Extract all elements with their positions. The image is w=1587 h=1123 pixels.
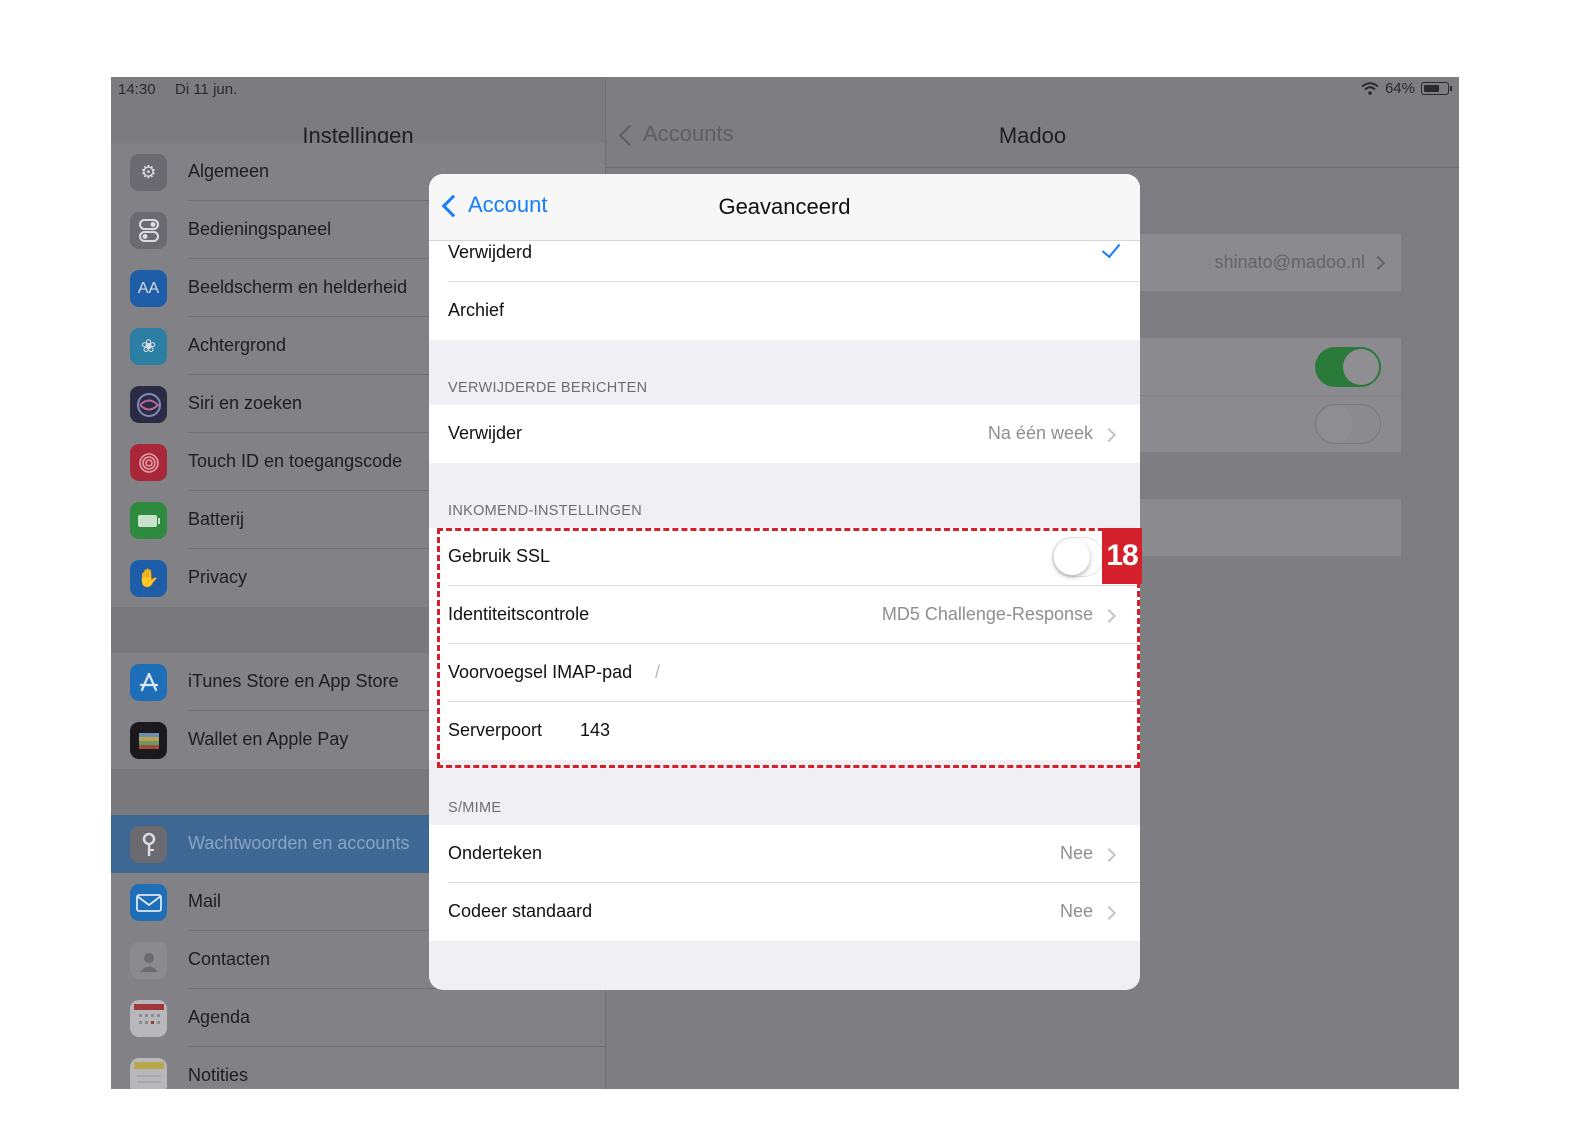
text-size-icon: AA	[130, 270, 167, 307]
contacts-icon	[130, 942, 167, 979]
section-header-deleted: VERWIJDERDE BERICHTEN	[448, 380, 648, 396]
sidebar-item-label: Contacten	[188, 949, 271, 969]
row-label: Archief	[448, 300, 505, 320]
section-header-smime: S/MIME	[448, 800, 502, 816]
wifi-icon	[1361, 82, 1379, 95]
chevron-right-icon	[1101, 905, 1117, 921]
row-value: Nee	[1059, 901, 1093, 921]
sidebar-item-label: Batterij	[188, 509, 245, 529]
wallet-icon	[130, 722, 167, 759]
row-value: Nee	[1059, 843, 1093, 863]
checkmark-icon	[1101, 238, 1121, 259]
encrypt-default-row[interactable]: Codeer standaard Nee	[429, 883, 1140, 941]
battery-percent: 64%	[1384, 80, 1415, 97]
notes-toggle[interactable]	[1315, 404, 1381, 444]
modal-title: Geavanceerd	[718, 194, 851, 219]
envelope-icon	[130, 884, 167, 921]
fingerprint-icon	[130, 444, 167, 481]
row-label: Verwijder	[448, 423, 523, 443]
header-divider	[606, 167, 1459, 168]
battery-status-icon	[1421, 82, 1452, 95]
account-title: Madoo	[998, 123, 1067, 148]
status-time: 14:30	[118, 81, 156, 98]
switches-icon	[130, 212, 167, 249]
sidebar-item-agenda[interactable]: Agenda	[111, 989, 605, 1047]
sidebar-item-label: Algemeen	[188, 161, 270, 181]
row-label: Codeer standaard	[448, 901, 593, 921]
sidebar-item-label: Mail	[188, 891, 222, 911]
flower-icon: ❀	[130, 328, 167, 365]
sidebar-item-label: Wallet en Apple Pay	[188, 729, 349, 749]
chevron-right-icon	[1101, 427, 1117, 443]
mail-toggle[interactable]	[1315, 347, 1381, 387]
status-bar: 14:30 Di 11 jun. 64%	[111, 77, 1459, 101]
annotation-step-badge: 18	[1102, 528, 1142, 584]
sign-row[interactable]: Onderteken Nee	[429, 825, 1140, 883]
sidebar-item-label: Siri en zoeken	[188, 393, 303, 413]
chevron-right-icon	[1370, 255, 1386, 271]
section-header-incoming: INKOMEND-INSTELLINGEN	[448, 503, 643, 519]
remove-deleted-row[interactable]: Verwijder Na één week	[429, 405, 1140, 463]
key-icon	[130, 826, 167, 863]
sidebar-item-label: Touch ID en toegangscode	[188, 451, 403, 471]
sidebar-item-label: Notities	[188, 1065, 249, 1085]
row-value: Na één week	[987, 423, 1093, 443]
sidebar-item-label: Wachtwoorden en accounts	[188, 833, 410, 853]
chevron-right-icon	[1101, 847, 1117, 863]
gear-icon: ⚙	[130, 154, 167, 191]
sidebar-item-label: iTunes Store en App Store	[188, 671, 399, 691]
notes-icon	[130, 1058, 167, 1089]
hand-icon: ✋	[130, 560, 167, 597]
battery-icon	[130, 502, 167, 539]
sidebar-item-label: Agenda	[188, 1007, 251, 1027]
row-label: Onderteken	[448, 843, 543, 863]
mailbox-archive-row[interactable]: Archief	[429, 282, 1140, 340]
app-store-icon	[130, 664, 167, 701]
email-value: shinato@madoo.nl	[1214, 252, 1365, 272]
modal-navigation-bar: Account Geavanceerd	[429, 174, 1140, 241]
row-label: Verwijderd	[448, 242, 533, 262]
sidebar-item-label: Beeldscherm en helderheid	[188, 277, 408, 297]
siri-icon	[130, 386, 167, 423]
sidebar-item-label: Achtergrond	[188, 335, 287, 355]
calendar-icon	[130, 1000, 167, 1037]
status-date: Di 11 jun.	[175, 81, 238, 98]
sidebar-item-label: Bedieningspaneel	[188, 219, 332, 239]
annotation-highlight-box	[437, 528, 1140, 768]
sidebar-item-notities[interactable]: Notities	[111, 1047, 605, 1089]
sidebar-item-label: Privacy	[188, 567, 248, 587]
